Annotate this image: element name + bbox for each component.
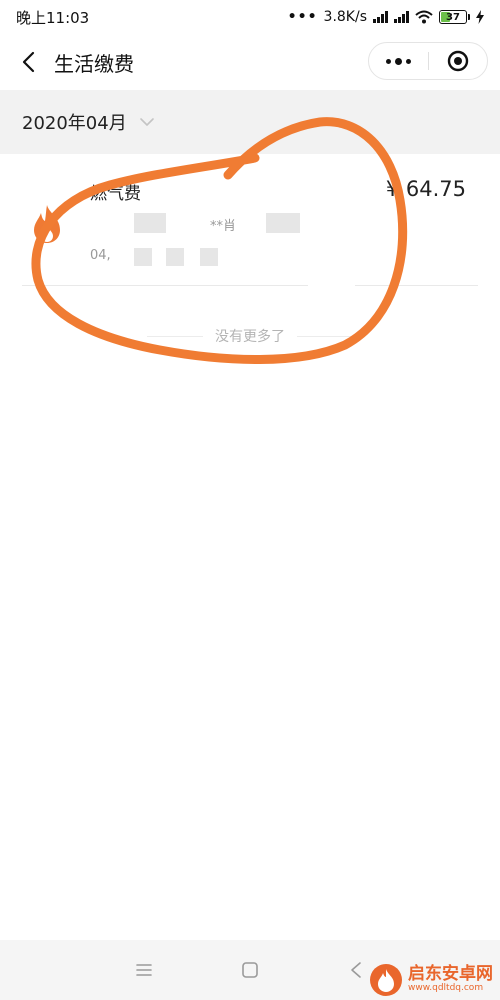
charging-icon	[476, 10, 484, 24]
chevron-down-icon	[139, 117, 155, 127]
watermark-text: 启东安卓网 www.qdltdq.com	[408, 964, 493, 994]
home-button[interactable]	[232, 952, 268, 988]
month-label: 2020年04月	[22, 113, 127, 134]
watermark-logo-icon	[370, 964, 402, 996]
bill-amount: ¥ 64.75	[385, 177, 466, 201]
bill-account-name: **肖	[210, 219, 237, 234]
battery-level: 37	[446, 11, 460, 23]
wifi-icon	[415, 10, 433, 24]
bill-date: 04,	[90, 248, 111, 263]
divider-line	[297, 335, 353, 337]
nav-bar: 生活缴费	[0, 34, 500, 90]
dots-icon: •••	[287, 9, 318, 25]
triangle-back-icon	[351, 962, 361, 978]
more-button[interactable]	[369, 57, 428, 65]
watermark-url: www.qdltdq.com	[408, 983, 484, 994]
mini-program-capsule	[368, 42, 488, 80]
bill-list-item[interactable]: 燃气费 ¥ 64.75 **肖 04,	[0, 155, 500, 285]
redacted-block	[266, 213, 300, 233]
redacted-block	[200, 248, 218, 266]
square-home-icon	[242, 962, 258, 978]
no-more-text: 没有更多了	[215, 329, 285, 345]
status-time: 晚上11:03	[16, 8, 90, 27]
list-end-indicator: 没有更多了	[0, 326, 500, 346]
back-button[interactable]	[16, 50, 40, 74]
month-filter[interactable]: 2020年04月	[0, 90, 500, 154]
status-bar: 晚上11:03 ••• 3.8K/s 37	[0, 0, 500, 34]
redacted-block	[134, 248, 152, 266]
status-indicators: ••• 3.8K/s 37	[288, 9, 484, 25]
item-divider	[355, 285, 478, 286]
signal-icon-2	[394, 11, 409, 23]
screen: 晚上11:03 ••• 3.8K/s 37 生活缴费 2020年04月 燃气费 …	[0, 0, 500, 1000]
redacted-block	[134, 213, 166, 233]
flame-icon	[34, 205, 60, 243]
recent-apps-button[interactable]	[126, 952, 162, 988]
more-dots-icon	[385, 57, 411, 65]
page-title: 生活缴费	[54, 51, 134, 76]
item-divider	[22, 285, 308, 286]
watermark: 启东安卓网 www.qdltdq.com	[368, 960, 498, 1000]
redacted-block	[166, 248, 184, 266]
battery-icon: 37	[439, 10, 470, 24]
watermark-name: 启东安卓网	[408, 964, 493, 985]
network-speed: 3.8K/s	[323, 9, 367, 25]
bill-title: 燃气费	[90, 184, 141, 204]
menu-lines-icon	[136, 964, 152, 976]
target-close-icon	[447, 50, 468, 72]
close-button[interactable]	[429, 50, 488, 72]
divider-line	[147, 335, 203, 337]
signal-icon	[373, 11, 388, 23]
chevron-left-icon	[22, 51, 35, 73]
